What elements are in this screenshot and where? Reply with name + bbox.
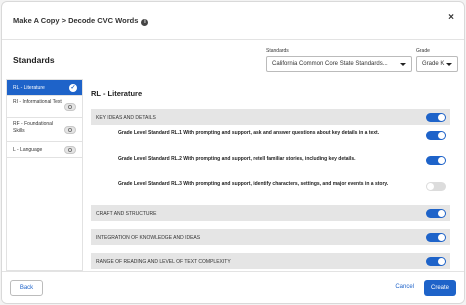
standard-toggle[interactable]	[426, 182, 446, 191]
standard-toggle[interactable]	[426, 156, 446, 165]
section-row-craft-and-structure: CRAFT AND STRUCTURE	[91, 205, 450, 221]
dialog-footer: Back Cancel Create	[2, 271, 464, 303]
standard-text: Grade Level Standard RL.2 With prompting…	[118, 156, 356, 162]
sidebar-item-l-language[interactable]: L - Language	[7, 142, 82, 158]
close-icon[interactable]: ×	[448, 12, 454, 23]
standards-select-value: California Common Core State Standards..…	[272, 61, 388, 67]
dialog-title: Make A Copy > Decode CVC Words i	[13, 16, 149, 26]
content-title: RL - Literature	[91, 89, 143, 98]
section-toggle[interactable]	[426, 256, 446, 266]
chevron-down-icon	[446, 63, 452, 66]
grade-select-label: Grade	[416, 48, 430, 54]
sidebar-item-ri-informational-text[interactable]: RI - Informational Text	[7, 96, 82, 118]
section-label: KEY IDEAS AND DETAILS	[96, 114, 156, 121]
sidebar-item-label: RF - Foundational Skills	[13, 121, 54, 134]
sidebar-item-label: RL - Literature	[13, 85, 45, 91]
standards-heading: Standards	[13, 55, 55, 65]
standards-select[interactable]: California Common Core State Standards..…	[266, 56, 412, 72]
info-icon[interactable]: i	[141, 19, 149, 26]
chevron-down-icon	[400, 63, 406, 66]
create-button[interactable]: Create	[424, 280, 456, 296]
section-row-range-of-reading: RANGE OF READING AND LEVEL OF TEXT COMPL…	[91, 253, 450, 269]
section-toggle[interactable]	[426, 208, 446, 218]
make-a-copy-dialog: Make A Copy > Decode CVC Words i × Standa…	[1, 1, 465, 304]
radio-icon	[64, 102, 76, 111]
radio-icon	[64, 145, 76, 154]
section-label: INTEGRATION OF KNOWLEDGE AND IDEAS	[96, 234, 201, 241]
check-icon: ✓	[69, 83, 77, 92]
standard-toggle[interactable]	[426, 131, 446, 140]
sidebar-item-label: L - Language	[13, 147, 43, 153]
standard-row-rl2: Grade Level Standard RL.2 With prompting…	[91, 156, 450, 168]
sidebar-item-rl-literature[interactable]: RL - Literature ✓	[7, 80, 82, 96]
cancel-button[interactable]: Cancel	[395, 284, 414, 290]
radio-icon	[64, 125, 76, 134]
grade-select[interactable]: Grade K	[416, 56, 458, 72]
dialog-header: Make A Copy > Decode CVC Words i ×	[2, 2, 464, 40]
sidebar-item-label: RI - Informational Text	[13, 99, 62, 105]
grade-select-value: Grade K	[422, 61, 445, 67]
standards-sidebar: RL - Literature ✓ RI - Informational Tex…	[6, 79, 83, 271]
standards-select-label: Standards	[266, 48, 289, 54]
section-row-integration: INTEGRATION OF KNOWLEDGE AND IDEAS	[91, 229, 450, 245]
section-toggle[interactable]	[426, 232, 446, 242]
standard-text: Grade Level Standard RL.3 With prompting…	[118, 181, 389, 187]
standard-row-rl1: Grade Level Standard RL.1 With prompting…	[91, 130, 450, 150]
section-label: CRAFT AND STRUCTURE	[96, 210, 157, 217]
back-button[interactable]: Back	[10, 280, 43, 296]
standard-text: Grade Level Standard RL.1 With prompting…	[118, 130, 380, 136]
dialog-title-text: Make A Copy > Decode CVC Words	[13, 16, 139, 25]
standard-row-rl3: Grade Level Standard RL.3 With prompting…	[91, 181, 450, 201]
section-toggle[interactable]	[426, 112, 446, 122]
sidebar-item-rf-foundational-skills[interactable]: RF - Foundational Skills	[7, 118, 82, 142]
section-row-key-ideas: KEY IDEAS AND DETAILS	[91, 109, 450, 125]
section-label: RANGE OF READING AND LEVEL OF TEXT COMPL…	[96, 258, 231, 265]
